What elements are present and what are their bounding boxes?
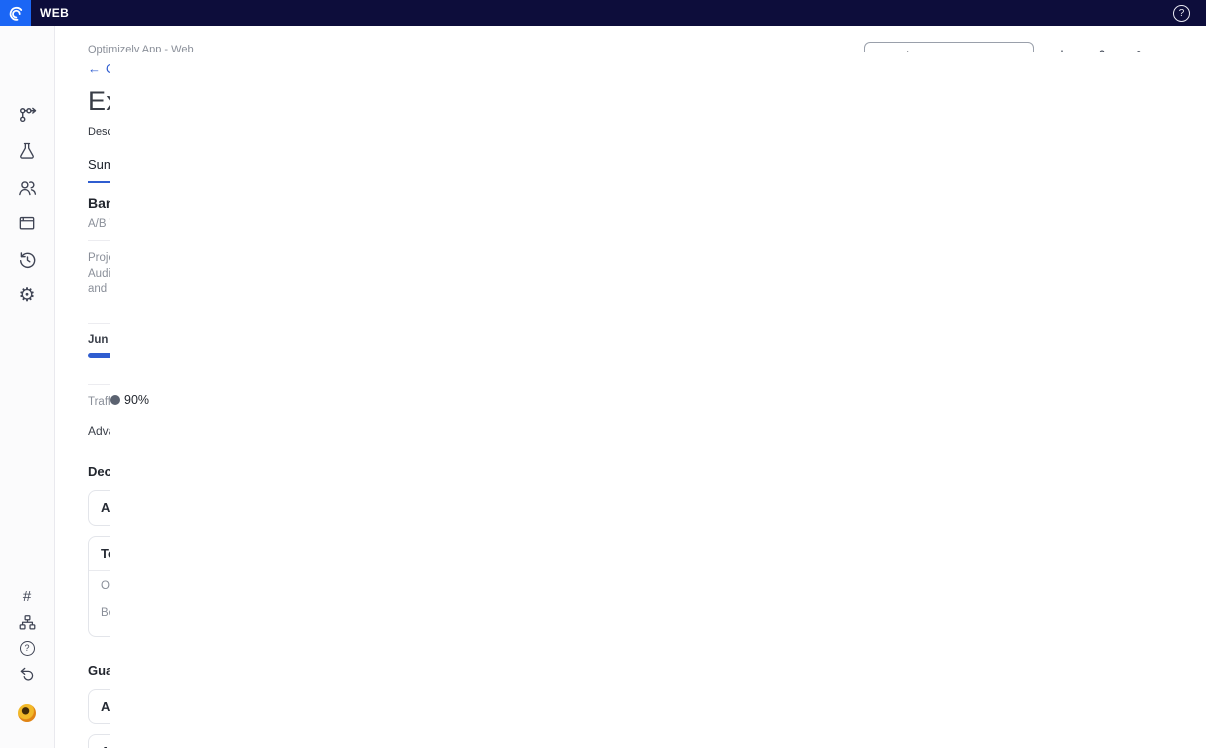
gear-glyph: ⚙ xyxy=(18,286,35,305)
content-row: Banner_Movie Options A/B Test Running %9… xyxy=(55,183,1206,748)
undo-icon[interactable] xyxy=(17,664,37,684)
decision-table-wrap: Variations Metric Value Improvement Conf… xyxy=(428,682,1186,748)
experiments-flask-icon[interactable] xyxy=(16,140,38,162)
decision-table: Variations Metric Value Improvement Conf… xyxy=(428,682,1182,748)
user-avatar[interactable] xyxy=(18,704,36,722)
topbar: WEB ? xyxy=(0,0,1206,26)
history-icon[interactable] xyxy=(16,248,38,270)
main-area: Optimizely App - Web ← Overview Experime… xyxy=(55,26,1206,748)
pages-window-icon[interactable] xyxy=(16,212,38,234)
stat-sig-value: 90% xyxy=(428,682,1186,748)
app-root: WEB ? ⚙ xyxy=(0,0,1206,748)
settings-gear-icon[interactable]: ⚙ xyxy=(16,284,38,306)
help-glyph: ? xyxy=(20,641,35,656)
optimizely-logo-icon[interactable] xyxy=(0,0,31,26)
sitemap-icon[interactable] xyxy=(17,612,37,632)
rail-bottom-group: # ? xyxy=(17,586,37,722)
back-arrow-icon: ← xyxy=(88,61,101,76)
audiences-users-icon[interactable] xyxy=(16,176,38,198)
help-glyph: ? xyxy=(1179,8,1185,19)
product-name: WEB xyxy=(40,6,69,20)
results-column: Results last updated: August 25, 2025 at… xyxy=(428,183,1186,748)
left-rail: ⚙ # ? xyxy=(0,26,55,748)
help-icon[interactable]: ? xyxy=(1173,5,1190,22)
hash-glyph: # xyxy=(23,588,31,605)
audiences-joiner: and xyxy=(88,283,107,295)
table-row-partial: 90% xyxy=(429,744,1182,748)
flags-flow-icon[interactable] xyxy=(16,104,38,126)
hash-icon[interactable]: # xyxy=(17,586,37,606)
help-circle-icon[interactable]: ? xyxy=(17,638,37,658)
